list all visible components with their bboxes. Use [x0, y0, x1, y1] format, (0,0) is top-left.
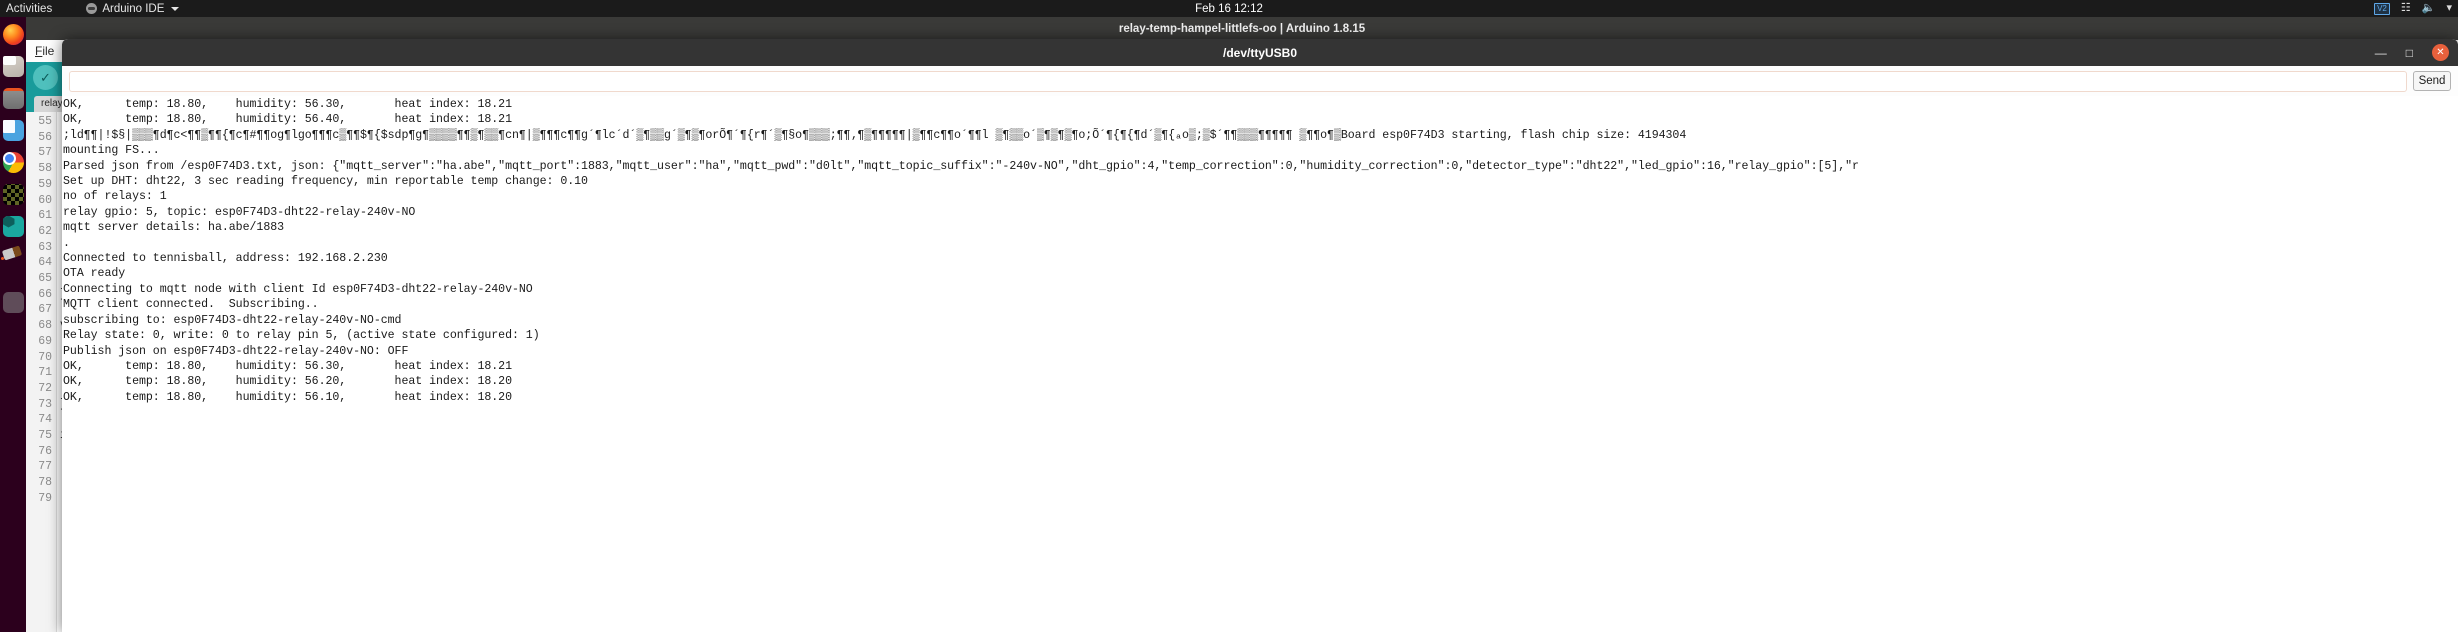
menu-file[interactable]: File [35, 44, 54, 58]
editor-line-number: 63 [38, 240, 52, 254]
editor-line-number: 59 [38, 177, 52, 191]
show-applications-icon [2, 291, 24, 313]
serial-monitor-title: /dev/ttyUSB0 [1222, 45, 1298, 60]
ubuntu-dock [0, 17, 26, 632]
dock-item-files[interactable] [0, 51, 26, 81]
arduino-app-icon [86, 3, 98, 14]
volume-icon[interactable]: 🔈 [2422, 3, 2436, 14]
files-icon [2, 55, 24, 77]
serial-output-line: relay gpio: 5, topic: esp0F74D3-dht22-re… [63, 205, 416, 219]
editor-line-number: 57 [38, 146, 52, 160]
serial-output-line: OK, temp: 18.80, humidity: 56.30, heat i… [63, 98, 512, 111]
dock-item-node-red[interactable] [0, 211, 26, 241]
editor-line-number: 71 [38, 366, 52, 380]
serial-output-line: Set up DHT: dht22, 3 sec reading frequen… [63, 175, 588, 189]
app-menu-button[interactable]: Arduino IDE [86, 2, 180, 15]
editor-line-number: 73 [38, 397, 52, 411]
ide-title: relay-temp-hampel-littlefs-oo | Arduino … [1118, 22, 1366, 35]
editor-line-number: 67 [38, 303, 52, 317]
serial-output-line: Parsed json from /esp0F74D3.txt, json: {… [63, 159, 1859, 173]
close-button[interactable]: ✕ [2432, 44, 2449, 61]
editor-line-number: 77 [38, 460, 52, 474]
power-icon[interactable]: ▾ [2446, 3, 2452, 14]
serial-output-line: OK, temp: 18.80, humidity: 56.10, heat i… [63, 390, 512, 404]
dock-item-firefox[interactable] [0, 19, 26, 49]
dock-item-document-viewer[interactable] [0, 115, 26, 145]
serial-input-row: Send [62, 66, 2458, 96]
dock-item-checkerboard-app[interactable] [0, 179, 26, 209]
serial-output-area[interactable]: OK, temp: 18.80, humidity: 56.30, heat i… [62, 96, 2458, 632]
chrome-icon [2, 151, 24, 173]
minimize-button[interactable]: — [2375, 47, 2387, 59]
serial-output-line: Relay state: 0, write: 0 to relay pin 5,… [63, 329, 540, 343]
dock-item-show-applications[interactable] [0, 287, 26, 317]
editor-line-number: 76 [38, 444, 52, 458]
node-red-icon [2, 215, 24, 237]
serial-output-line: Connecting to mqtt node with client Id e… [63, 282, 533, 296]
editor-line-number: 69 [38, 334, 52, 348]
serial-output-line: OK, temp: 18.80, humidity: 56.20, heat i… [63, 375, 512, 389]
window-controls: — □ ✕ [2375, 39, 2449, 66]
editor-line-number: 74 [38, 413, 52, 427]
app-menu-label: Arduino IDE [102, 2, 165, 15]
editor-line-number: 64 [38, 256, 52, 270]
serial-output-line: MQTT client connected. Subscribing.. [63, 298, 319, 312]
serial-output-line: OK, temp: 18.80, humidity: 56.40, heat i… [63, 113, 512, 127]
editor-line-number: 68 [38, 319, 52, 333]
ubuntu-software-icon [2, 87, 24, 109]
editor-line-number: 75 [38, 429, 52, 443]
editor-line-number: 72 [38, 381, 52, 395]
checkerboard-icon [2, 183, 24, 205]
editor-line-number: 70 [38, 350, 52, 364]
editor-line-number: 56 [38, 130, 52, 144]
serial-output-line: Connected to tennisball, address: 192.16… [63, 252, 388, 266]
serial-output-line: . [63, 236, 70, 250]
document-viewer-icon [2, 119, 24, 141]
serial-monitor-title-bar[interactable]: /dev/ttyUSB0 — □ ✕ [62, 39, 2458, 66]
editor-line-number: 65 [38, 272, 52, 286]
chevron-down-icon [171, 6, 180, 11]
maximize-button[interactable]: □ [2406, 47, 2413, 59]
editor-line-number: 60 [38, 193, 52, 207]
serial-output-line: ;ld¶¶|!$§|▒▒▒¶d¶c<¶¶▒¶¶{¶c¶#¶¶og¶lgo¶¶¶c… [63, 128, 1687, 142]
arduino-icon [3, 248, 24, 269]
serial-output-line: subscribing to: esp0F74D3-dht22-relay-24… [63, 313, 402, 327]
send-button[interactable]: Send [2413, 71, 2451, 91]
serial-send-input[interactable] [69, 70, 2407, 92]
editor-line-number: 55 [38, 115, 52, 128]
gnome-top-bar: Activities Arduino IDE Feb 16 12:12 V2 ☷… [0, 0, 2458, 17]
editor-line-number: 61 [38, 209, 52, 223]
editor-line-number: 78 [38, 476, 52, 490]
editor-line-number: 58 [38, 162, 52, 176]
firefox-icon [2, 23, 24, 45]
serial-output-line: mqtt server details: ha.abe/1883 [63, 221, 285, 235]
serial-output-line: Publish json on esp0F74D3-dht22-relay-24… [63, 344, 409, 358]
editor-line-number: 79 [38, 491, 52, 505]
activities-button[interactable]: Activities [0, 3, 52, 15]
serial-monitor-window: /dev/ttyUSB0 — □ ✕ Send OK, temp: 18.80,… [62, 39, 2458, 632]
dock-item-arduino-ide[interactable] [0, 243, 26, 273]
clock[interactable]: Feb 16 12:12 [1195, 3, 1263, 15]
editor-line-number: 62 [38, 224, 52, 238]
network-wired-icon[interactable]: ☷ [2401, 3, 2411, 14]
vpn-indicator-icon[interactable]: V2 [2374, 2, 2390, 15]
dock-item-chrome[interactable] [0, 147, 26, 177]
verify-button[interactable]: ✓ [33, 65, 58, 90]
editor-gutter: 55 56 57 58 59 60 61 62 63 64 65 66 67 68 69 70 71 72 73 74… [26, 112, 57, 632]
serial-output-line: OK, temp: 18.80, humidity: 56.30, heat i… [63, 359, 512, 373]
serial-output-line: OTA ready [63, 267, 126, 281]
dock-item-software[interactable] [0, 83, 26, 113]
editor-line-number: 66 [38, 287, 52, 301]
serial-output-line: no of relays: 1 [63, 190, 167, 204]
system-tray: V2 ☷ 🔈 ▾ [2374, 2, 2452, 15]
ide-title-bar: relay-temp-hampel-littlefs-oo | Arduino … [26, 17, 2458, 40]
serial-output-line: mounting FS... [63, 144, 160, 158]
